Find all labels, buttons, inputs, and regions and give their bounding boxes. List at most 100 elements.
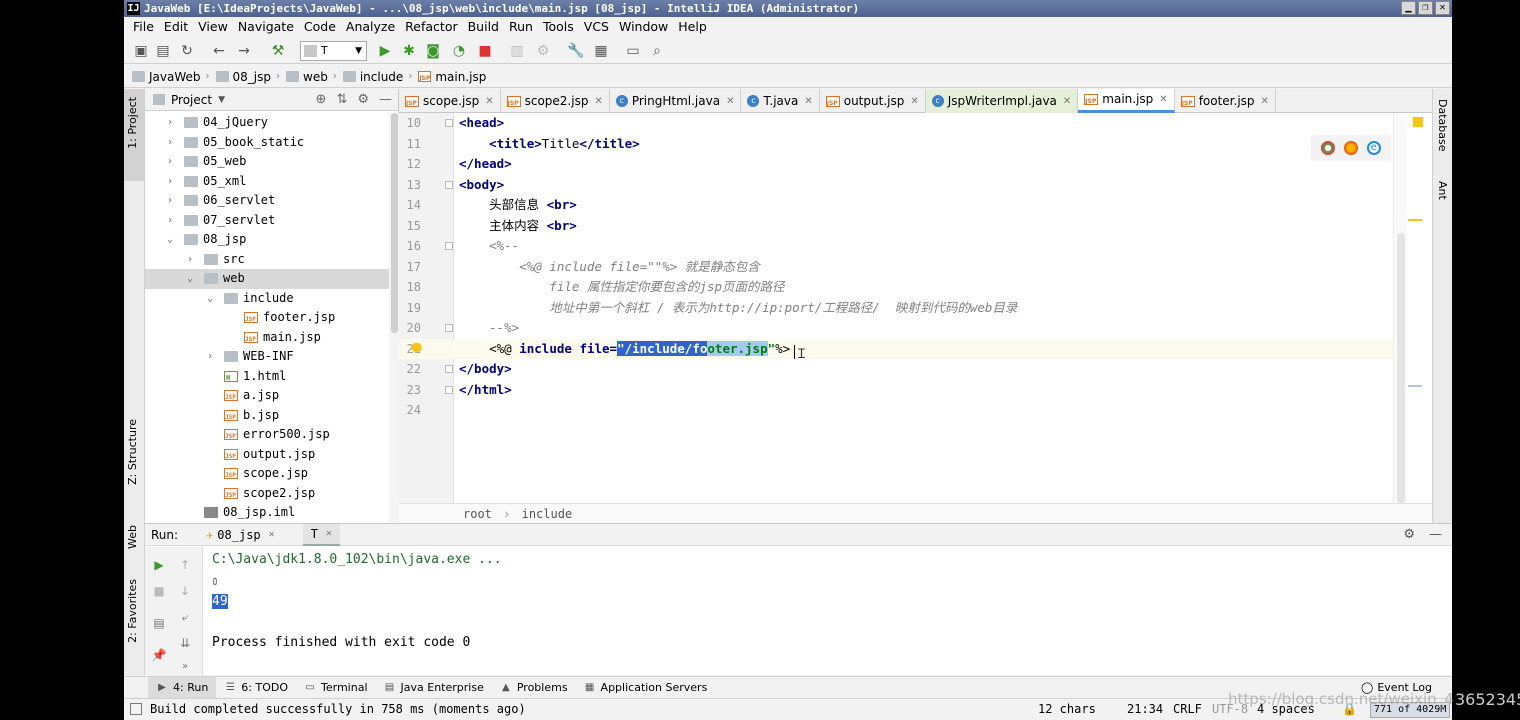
chevron-down-icon[interactable]: ▼	[218, 95, 225, 105]
chevron-right-icon[interactable]: ›	[167, 152, 173, 172]
run-icon[interactable]: ▶	[376, 42, 394, 60]
tree-item[interactable]: 08_jsp.iml	[145, 503, 399, 523]
locate-icon[interactable]: ⊕	[316, 92, 327, 107]
bottom-tool-button[interactable]: ▶ 4: Run	[148, 676, 217, 699]
chevron-down-icon[interactable]: ⌄	[187, 269, 193, 289]
fold-marker-icon[interactable]	[445, 324, 453, 332]
menu-help[interactable]: Help	[673, 17, 712, 37]
tree-item[interactable]: › WEB-INF	[145, 347, 399, 367]
fold-marker-icon[interactable]	[445, 119, 453, 127]
run-tab-t[interactable]: T ✕	[302, 523, 340, 546]
chrome-icon[interactable]	[1321, 141, 1336, 155]
editor-tab[interactable]: scope2.jsp ✕	[501, 89, 610, 113]
menu-refactor[interactable]: Refactor	[400, 17, 462, 37]
scroll-up-icon[interactable]: ↑	[177, 557, 193, 573]
caret-position[interactable]: 21:34	[1127, 699, 1163, 720]
run-tab-08-jsp[interactable]: ✈ 08_jsp ✕	[198, 524, 283, 546]
gear-icon[interactable]: ⚙	[357, 92, 369, 107]
tree-item[interactable]: 1.html	[145, 367, 399, 387]
scroll-to-end-icon[interactable]: ⇊	[177, 635, 193, 651]
search-icon[interactable]: ⌕	[648, 42, 666, 60]
debug-icon[interactable]: ✱	[400, 42, 418, 60]
editor-scrollbar[interactable]	[1393, 113, 1407, 503]
menu-edit[interactable]: Edit	[159, 17, 193, 37]
tree-item[interactable]: error500.jsp	[145, 425, 399, 445]
rerun-icon[interactable]: ▶	[151, 557, 167, 573]
project-structure-icon[interactable]: ▦	[592, 42, 610, 60]
bottom-tool-button[interactable]: ▦ Application Servers	[576, 677, 716, 699]
editor-crumb-root[interactable]: root	[463, 507, 492, 521]
menu-view[interactable]: View	[193, 17, 233, 37]
menu-build[interactable]: Build	[463, 17, 504, 37]
tree-item[interactable]: › 06_servlet	[145, 191, 399, 211]
gear-icon[interactable]: ⚙	[1403, 527, 1415, 542]
chevron-right-icon[interactable]: ›	[167, 191, 173, 211]
editor-crumb-include[interactable]: include	[522, 507, 573, 521]
vcs-commit-icon[interactable]: ⚙	[534, 42, 552, 60]
chevron-right-icon[interactable]: ›	[167, 133, 173, 153]
run-config-select[interactable]: T ▼	[300, 41, 367, 61]
editor-tab[interactable]: c PringHtml.java ✕	[610, 89, 742, 113]
settings-wrench-icon[interactable]: 🔧	[567, 42, 585, 60]
favorites-tool-tab[interactable]: 2: Favorites	[126, 579, 139, 643]
tree-item[interactable]: main.jsp	[145, 328, 399, 348]
ie-icon[interactable]: e	[1366, 141, 1381, 155]
forward-icon[interactable]: →	[235, 42, 253, 60]
menu-window[interactable]: Window	[614, 17, 673, 37]
bottom-tool-button[interactable]: ▤ Java Enterprise	[376, 677, 492, 699]
breadcrumb-include[interactable]: include ›	[342, 70, 418, 84]
close-button[interactable]: ✕	[1435, 1, 1450, 15]
tree-item[interactable]: › 07_servlet	[145, 211, 399, 231]
editor-tab[interactable]: c JspWriterImpl.java ✕	[925, 89, 1079, 113]
close-icon[interactable]: ✕	[594, 90, 602, 113]
close-icon[interactable]: ✕	[1261, 90, 1269, 113]
refresh-icon[interactable]: ↻	[178, 42, 196, 60]
hide-icon[interactable]: —	[379, 92, 392, 107]
pin-icon[interactable]: 📌	[151, 647, 167, 663]
close-icon[interactable]: ✕	[1159, 88, 1167, 111]
chevron-right-icon[interactable]: ›	[167, 113, 173, 133]
editor-tab[interactable]: scope.jsp ✕	[399, 89, 501, 113]
tree-item[interactable]: output.jsp	[145, 445, 399, 465]
menu-run[interactable]: Run	[504, 17, 538, 37]
ant-tool-tab[interactable]: Ant	[1436, 181, 1449, 200]
code-area[interactable]: <head> <title>Title</title> </head> <bod…	[455, 113, 1393, 503]
coverage-icon[interactable]: ◙	[424, 42, 442, 60]
menu-navigate[interactable]: Navigate	[233, 17, 299, 37]
tree-item[interactable]: ⌄ include	[145, 289, 399, 309]
tool-windows-icon[interactable]	[130, 703, 142, 715]
web-tool-tab[interactable]: Web	[126, 525, 139, 549]
bottom-tool-button[interactable]: ▲ Problems	[492, 677, 576, 699]
database-tool-tab[interactable]: Database	[1436, 99, 1449, 152]
tree-item[interactable]: › 05_web	[145, 152, 399, 172]
chevron-right-icon[interactable]: ›	[167, 172, 173, 192]
build-hammer-icon[interactable]: ⚒	[269, 42, 287, 60]
editor-tab[interactable]: output.jsp ✕	[820, 89, 926, 113]
close-icon[interactable]: ✕	[726, 90, 734, 113]
fold-marker-icon[interactable]	[445, 385, 453, 394]
tree-item[interactable]: › 05_book_static	[145, 133, 399, 153]
warning-indicator-icon[interactable]	[1413, 117, 1423, 127]
chevron-down-icon[interactable]: ⌄	[167, 230, 173, 250]
close-icon[interactable]: ✕	[804, 90, 812, 113]
close-icon[interactable]: ✕	[910, 90, 918, 113]
maximize-button[interactable]: ❐	[1418, 1, 1433, 15]
tree-item[interactable]: scope2.jsp	[145, 484, 399, 504]
stop-icon[interactable]: ■	[151, 583, 167, 599]
fold-marker-icon[interactable]	[445, 180, 453, 189]
editor-tab[interactable]: c T.java ✕	[741, 89, 820, 113]
scroll-down-icon[interactable]: ↓	[177, 583, 193, 599]
firefox-icon[interactable]	[1343, 141, 1358, 155]
console-output[interactable]: C:\Java\jdk1.8.0_102\bin\java.exe ... ▯ …	[212, 550, 502, 654]
fold-marker-icon[interactable]	[445, 365, 453, 373]
menu-tools[interactable]: Tools	[538, 17, 579, 37]
more-icon[interactable]: »	[177, 659, 193, 675]
close-icon[interactable]: ✕	[269, 529, 275, 540]
editor-tab[interactable]: footer.jsp ✕	[1175, 89, 1276, 113]
editor-tab[interactable]: main.jsp ✕	[1078, 88, 1175, 113]
breadcrumb-main-jsp[interactable]: main.jsp	[418, 70, 486, 84]
close-icon[interactable]: ✕	[326, 528, 332, 539]
breadcrumb-javaweb[interactable]: JavaWeb ›	[132, 70, 216, 84]
breadcrumb-08-jsp[interactable]: 08_jsp ›	[215, 70, 286, 84]
profile-icon[interactable]: ◔	[450, 42, 468, 60]
